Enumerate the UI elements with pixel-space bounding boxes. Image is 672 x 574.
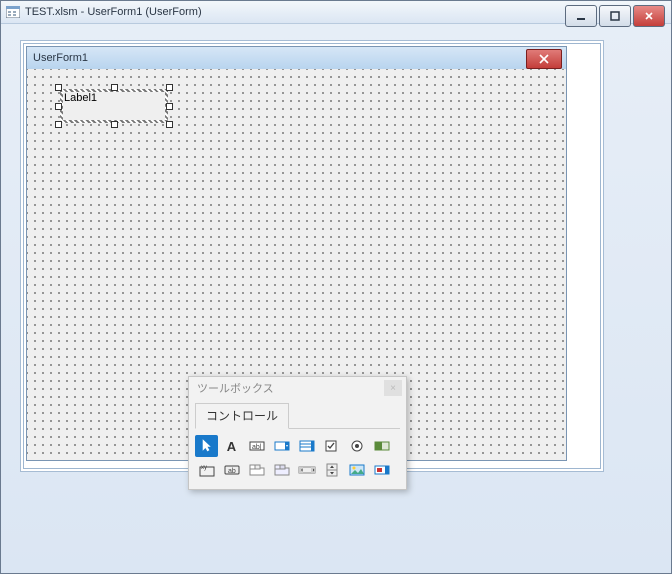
- form-icon: [5, 4, 21, 20]
- maximize-button[interactable]: [599, 5, 631, 27]
- resize-handle-mr[interactable]: [166, 103, 173, 110]
- close-button[interactable]: [633, 5, 665, 27]
- tool-pointer[interactable]: [195, 435, 218, 457]
- outer-window-controls: [565, 5, 665, 27]
- label1-text: Label1: [64, 92, 97, 104]
- tool-spinbutton[interactable]: [320, 459, 343, 481]
- userform-titlebar[interactable]: UserForm1: [27, 47, 566, 70]
- resize-handle-bm[interactable]: [111, 121, 118, 128]
- toolbox-titlebar[interactable]: ツールボックス ×: [189, 377, 406, 399]
- resize-handle-tl[interactable]: [55, 84, 62, 91]
- minimize-button[interactable]: [565, 5, 597, 27]
- tool-textbox[interactable]: ab|: [245, 435, 268, 457]
- label1-control[interactable]: Label1: [60, 89, 168, 123]
- tool-togglebutton[interactable]: [370, 435, 393, 457]
- tab-controls[interactable]: コントロール: [195, 403, 289, 429]
- tool-optionbutton[interactable]: [345, 435, 368, 457]
- tool-listbox[interactable]: [295, 435, 318, 457]
- toolbox-close-button[interactable]: ×: [384, 380, 402, 396]
- tool-checkbox[interactable]: [320, 435, 343, 457]
- resize-handle-tr[interactable]: [166, 84, 173, 91]
- svg-text:ab: ab: [228, 468, 236, 475]
- tool-image[interactable]: [345, 459, 368, 481]
- svg-text:xy: xy: [201, 465, 207, 471]
- resize-handle-bl[interactable]: [55, 121, 62, 128]
- userform-close-button[interactable]: [526, 49, 562, 69]
- tool-refedit[interactable]: [370, 459, 393, 481]
- tool-label[interactable]: A: [220, 435, 243, 457]
- outer-title: TEST.xlsm - UserForm1 (UserForm): [25, 6, 202, 18]
- toolbox-tools: A ab| xy ab: [189, 429, 406, 489]
- tool-multipage[interactable]: [270, 459, 293, 481]
- tool-combobox[interactable]: [270, 435, 293, 457]
- designer-window: TEST.xlsm - UserForm1 (UserForm) UserFor…: [0, 0, 672, 574]
- resize-handle-tm[interactable]: [111, 84, 118, 91]
- userform-title: UserForm1: [33, 52, 88, 64]
- resize-handle-ml[interactable]: [55, 103, 62, 110]
- resize-handle-br[interactable]: [166, 121, 173, 128]
- tool-frame[interactable]: xy: [195, 459, 218, 481]
- tool-scrollbar[interactable]: [295, 459, 318, 481]
- tool-commandbutton[interactable]: ab: [220, 459, 243, 481]
- tool-tabstrip[interactable]: [245, 459, 268, 481]
- toolbox-tabs: コントロール: [195, 403, 400, 429]
- toolbox-title: ツールボックス: [197, 380, 274, 396]
- toolbox-window[interactable]: ツールボックス × コントロール A ab| xy ab: [188, 376, 407, 490]
- svg-text:ab|: ab|: [252, 444, 262, 451]
